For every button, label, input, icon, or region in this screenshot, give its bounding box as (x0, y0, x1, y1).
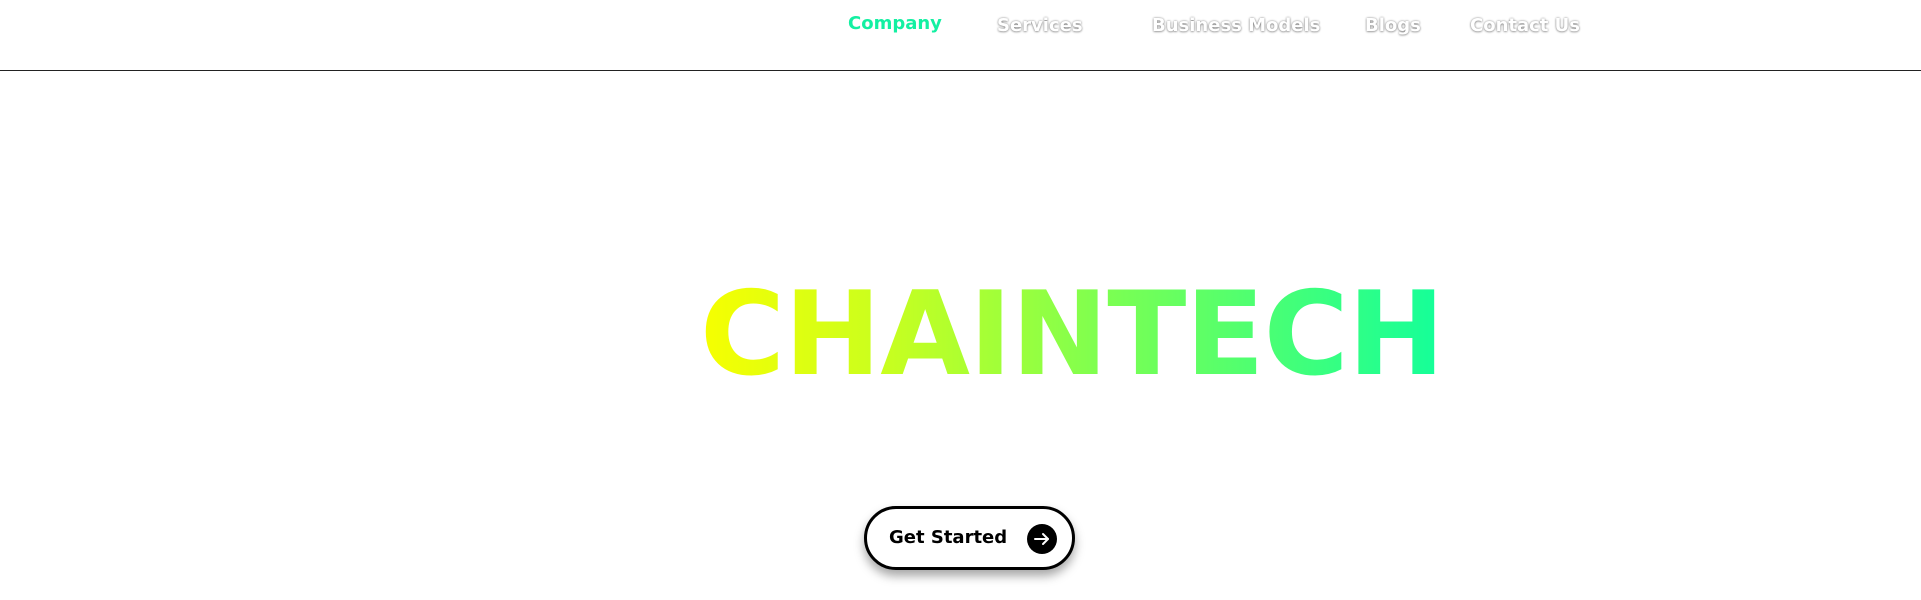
get-started-button[interactable]: Get Started (864, 506, 1075, 570)
nav-item-company[interactable]: Company (848, 13, 942, 34)
nav-item-services[interactable]: Services (997, 15, 1083, 36)
arrow-right-icon (1027, 524, 1057, 554)
top-nav-bar: Company Services Business Models Blogs C… (0, 0, 1921, 71)
nav-item-contact-us[interactable]: Contact Us (1470, 15, 1580, 36)
nav-item-business-models[interactable]: Business Models (1152, 15, 1320, 36)
hero-title: CHAINTECH (700, 267, 1445, 402)
get-started-label: Get Started (889, 527, 1008, 548)
nav-item-blogs[interactable]: Blogs (1365, 15, 1421, 36)
